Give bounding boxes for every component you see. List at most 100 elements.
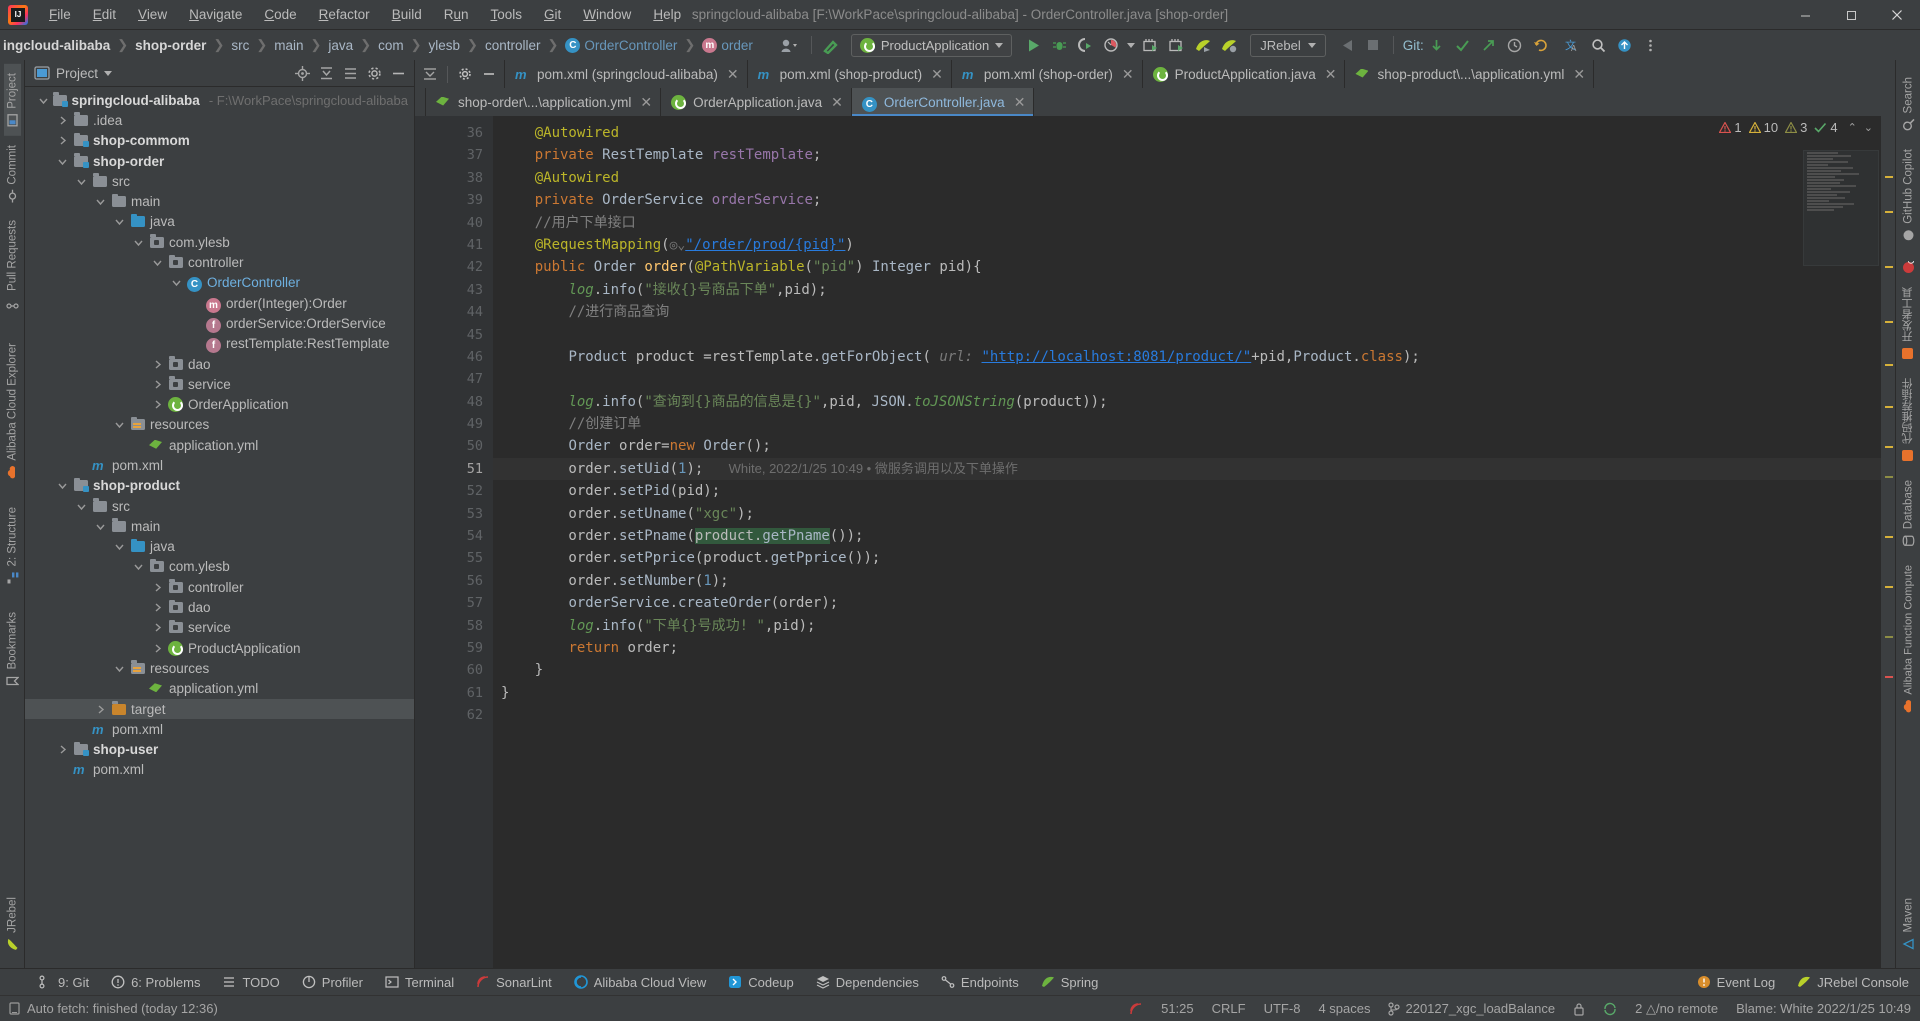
code-line[interactable]: //进行商品查询 bbox=[493, 301, 1881, 323]
tree-node[interactable]: main bbox=[25, 516, 414, 536]
code-line[interactable]: order.setPname(product.getPname()); bbox=[493, 525, 1881, 547]
editor-tab[interactable]: ProductApplication.java ✕ bbox=[1141, 60, 1345, 88]
maximize-button[interactable] bbox=[1828, 0, 1874, 30]
gutter-line[interactable]: 38 bbox=[415, 167, 493, 189]
gear-icon[interactable] bbox=[454, 63, 476, 85]
chevron-down-icon[interactable] bbox=[113, 540, 126, 553]
tree-node[interactable]: f orderService:OrderService bbox=[25, 313, 414, 333]
code-line[interactable]: order.setPprice(product.getPprice()); bbox=[493, 547, 1881, 569]
tree-node[interactable]: shop-user bbox=[25, 740, 414, 760]
gutter-line[interactable]: 58 bbox=[415, 615, 493, 637]
tree-node[interactable]: java bbox=[25, 537, 414, 557]
previous-problem-icon[interactable]: ⌃ bbox=[1848, 121, 1857, 134]
code-line[interactable]: //创建订单 bbox=[493, 413, 1881, 435]
hide-panel-icon[interactable] bbox=[387, 62, 409, 84]
tree-node[interactable]: application.yml bbox=[25, 435, 414, 455]
chevron-down-icon[interactable] bbox=[75, 500, 88, 513]
tree-node[interactable]: ProductApplication bbox=[25, 638, 414, 658]
sidebar-item-alibaba-devops[interactable]: 开发者工具 bbox=[1898, 278, 1918, 369]
build-hammer-icon[interactable] bbox=[819, 33, 845, 57]
tree-node[interactable]: OrderApplication bbox=[25, 394, 414, 414]
chevron-right-icon[interactable] bbox=[56, 134, 69, 147]
chevron-right-icon[interactable] bbox=[94, 703, 107, 716]
code-line[interactable]: @Autowired bbox=[493, 167, 1881, 189]
editor-code[interactable]: @Autowired private RestTemplate restTemp… bbox=[493, 116, 1881, 968]
editor-minimap[interactable] bbox=[1803, 150, 1879, 266]
code-line[interactable]: log.info("下单{}号成功! ",pid); bbox=[493, 615, 1881, 637]
breadcrumb-controller[interactable]: controller bbox=[482, 37, 544, 54]
marker-stripe[interactable] bbox=[1885, 321, 1893, 323]
tree-node[interactable]: .idea bbox=[25, 110, 414, 130]
gutter-line[interactable]: 51 bbox=[415, 458, 506, 480]
menu-item-tools[interactable]: Tools bbox=[480, 2, 534, 28]
code-line[interactable]: @Autowired bbox=[493, 122, 1881, 144]
marker-stripe[interactable] bbox=[1885, 406, 1893, 408]
run-configuration-selector[interactable]: ProductApplication bbox=[850, 33, 1013, 57]
editor-tab[interactable]: OrderApplication.java ✕ bbox=[660, 88, 851, 116]
chevron-right-icon[interactable] bbox=[151, 581, 164, 594]
chevron-down-icon[interactable] bbox=[56, 479, 69, 492]
bottom-tool-tab[interactable]: Codeup bbox=[717, 972, 805, 993]
next-problem-icon[interactable]: ⌄ bbox=[1864, 121, 1873, 134]
marker-stripe[interactable] bbox=[1885, 676, 1893, 678]
code-line[interactable]: orderService.createOrder(order); bbox=[493, 592, 1881, 614]
marker-stripe[interactable] bbox=[1885, 211, 1893, 213]
chevron-down-icon[interactable] bbox=[56, 155, 69, 168]
git-push-icon[interactable] bbox=[1476, 33, 1502, 57]
chevron-down-icon[interactable] bbox=[132, 560, 145, 573]
tree-node[interactable]: shop-product bbox=[25, 476, 414, 496]
tree-node[interactable]: com.ylesb bbox=[25, 232, 414, 252]
code-line[interactable]: @RequestMapping(◎⌄"/order/prod/{pid}") bbox=[493, 234, 1881, 256]
gutter-line[interactable]: 48 bbox=[415, 391, 493, 413]
run-with-coverage-icon[interactable] bbox=[1072, 33, 1098, 57]
menu-item-build[interactable]: Build bbox=[381, 2, 433, 28]
code-line[interactable]: } bbox=[493, 682, 1881, 704]
breadcrumb-method[interactable]: m order bbox=[699, 37, 756, 54]
rollback-icon[interactable] bbox=[1334, 33, 1360, 57]
jrebel-selector[interactable]: JRebel bbox=[1250, 33, 1326, 57]
tree-node[interactable]: src bbox=[25, 171, 414, 191]
sidebar-item-database[interactable]: Database bbox=[1900, 471, 1917, 556]
build-project-icon[interactable] bbox=[1138, 33, 1164, 57]
chevron-down-icon[interactable] bbox=[94, 520, 107, 533]
gutter-line[interactable]: 36 bbox=[415, 122, 493, 144]
expand-all-icon[interactable] bbox=[339, 62, 361, 84]
tree-node[interactable]: shop-order bbox=[25, 151, 414, 171]
chevron-down-icon[interactable] bbox=[1124, 33, 1138, 57]
sidebar-item-function-compute[interactable]: Alibaba Function Compute bbox=[1900, 556, 1917, 722]
chevron-right-icon[interactable] bbox=[151, 378, 164, 391]
menu-item-edit[interactable]: Edit bbox=[82, 2, 127, 28]
run-icon[interactable] bbox=[1020, 33, 1046, 57]
sidebar-item-pull-requests[interactable]: Pull Requests bbox=[4, 211, 21, 318]
gutter-line[interactable]: 55 bbox=[415, 547, 493, 569]
marker-stripe[interactable] bbox=[1885, 364, 1893, 366]
bottom-tool-tab[interactable]: Alibaba Cloud View bbox=[563, 972, 718, 993]
marker-stripe[interactable] bbox=[1885, 586, 1893, 588]
chevron-down-icon[interactable] bbox=[94, 195, 107, 208]
chevron-right-icon[interactable] bbox=[151, 358, 164, 371]
tree-node[interactable]: target bbox=[25, 698, 414, 720]
undo-icon[interactable] bbox=[1528, 33, 1554, 57]
editor-gutter[interactable]: 36 37 38 39 40 41 42 43 44 45 46 47 48 49 50 51 52 53 54 55… bbox=[415, 116, 507, 968]
bottom-tool-tab[interactable]: Profiler bbox=[291, 972, 374, 993]
tree-node[interactable]: springcloud-alibaba - F:\WorkPace\springc… bbox=[25, 90, 414, 110]
sidebar-item-bookmarks[interactable]: Bookmarks bbox=[4, 603, 21, 697]
chevron-down-icon[interactable] bbox=[113, 662, 126, 675]
close-icon[interactable]: ✕ bbox=[931, 67, 943, 81]
breadcrumb-src[interactable]: src bbox=[228, 37, 252, 54]
translate-icon[interactable]: 文A bbox=[1560, 33, 1586, 57]
gutter-line[interactable]: 43 bbox=[415, 279, 493, 301]
chevron-down-icon[interactable] bbox=[113, 215, 126, 228]
locate-icon[interactable] bbox=[291, 62, 313, 84]
chevron-down-icon[interactable] bbox=[151, 256, 164, 269]
tree-node[interactable]: service bbox=[25, 618, 414, 638]
weak-warning-count[interactable]: 3 bbox=[1785, 120, 1807, 135]
remote-status[interactable]: 2 △/no remote bbox=[1626, 1001, 1727, 1017]
error-count[interactable]: 1 bbox=[1719, 120, 1742, 135]
editor-tab[interactable]: C OrderController.java ✕ bbox=[850, 88, 1035, 116]
code-line[interactable]: order.setPid(pid); bbox=[493, 480, 1881, 502]
code-line[interactable]: private OrderService orderService; bbox=[493, 189, 1881, 211]
tree-node[interactable]: java bbox=[25, 212, 414, 232]
gutter-line[interactable]: 39 bbox=[415, 189, 507, 211]
code-line[interactable]: public Order order(@PathVariable("pid") … bbox=[493, 256, 1881, 278]
